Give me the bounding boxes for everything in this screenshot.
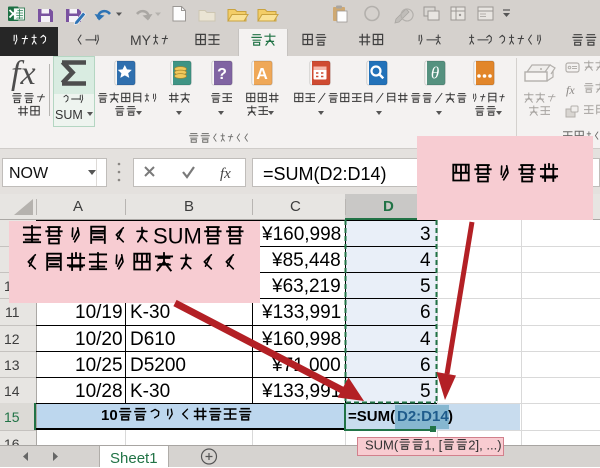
svg-text:1, [: 1, [ <box>424 437 442 452</box>
svg-text:10: 10 <box>101 407 118 424</box>
svg-text:A: A <box>256 66 268 83</box>
svg-text:fx: fx <box>220 166 231 182</box>
svg-text:SUM(: SUM( <box>365 437 399 452</box>
svg-text:SUM: SUM <box>153 224 202 249</box>
svg-text:MY: MY <box>130 32 152 48</box>
svg-text:fx: fx <box>566 83 575 97</box>
svg-text:?: ? <box>217 66 227 83</box>
svg-text:2], ...): 2], ...) <box>468 437 501 452</box>
svg-text:θ: θ <box>431 64 439 83</box>
